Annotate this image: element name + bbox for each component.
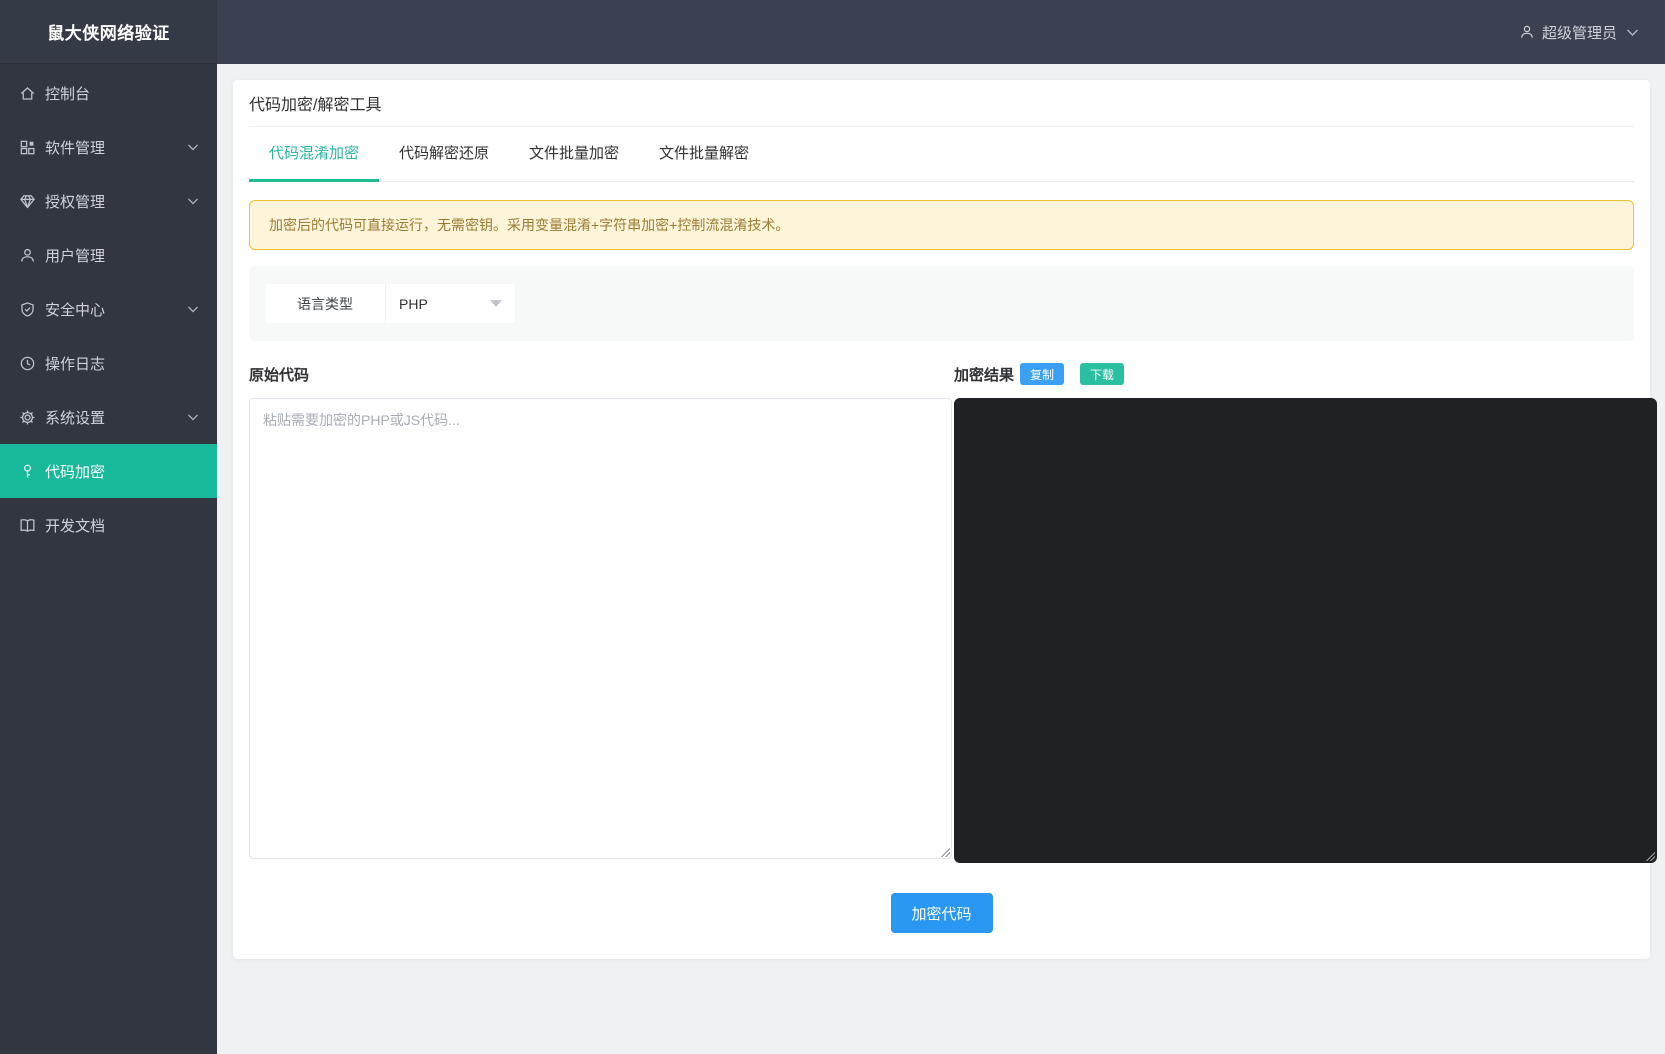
sidebar: 鼠大侠网络验证 控制台 软件管理 授权管理: [0, 0, 217, 1054]
source-code-input[interactable]: [249, 398, 952, 859]
copy-button[interactable]: 复制: [1020, 363, 1064, 385]
home-icon: [19, 85, 36, 102]
sidebar-item-software[interactable]: 软件管理: [0, 120, 217, 174]
source-code-label: 原始代码: [249, 364, 309, 385]
tab-batch-decrypt[interactable]: 文件批量解密: [639, 127, 769, 181]
code-editors: 原始代码 加密结果 复制 下载: [249, 361, 1634, 863]
page-title: 代码加密/解密工具: [249, 80, 1634, 127]
chevron-down-icon: [187, 413, 199, 422]
sidebar-item-label: 操作日志: [45, 353, 105, 374]
key-icon: [19, 463, 36, 480]
sidebar-item-label: 安全中心: [45, 299, 105, 320]
tab-bar: 代码混淆加密 代码解密还原 文件批量加密 文件批量解密: [249, 127, 1634, 182]
person-icon: [1519, 24, 1535, 40]
language-panel: 语言类型 PHP: [249, 266, 1634, 341]
chevron-down-icon: [187, 305, 199, 314]
sidebar-item-label: 软件管理: [45, 137, 105, 158]
encrypt-result-label: 加密结果: [954, 364, 1014, 385]
download-button[interactable]: 下载: [1080, 363, 1124, 385]
source-pane: [249, 398, 952, 859]
user-name: 超级管理员: [1542, 22, 1617, 43]
top-header: 超级管理员: [217, 0, 1665, 64]
sidebar-item-license[interactable]: 授权管理: [0, 174, 217, 228]
chevron-down-icon: [187, 197, 199, 206]
result-column: 加密结果 复制 下载: [954, 361, 1657, 863]
tab-batch-encrypt[interactable]: 文件批量加密: [509, 127, 639, 181]
resize-grip-icon[interactable]: [1644, 850, 1655, 861]
source-column: 原始代码: [249, 361, 952, 863]
chevron-down-icon: [187, 143, 199, 152]
encrypt-code-button[interactable]: 加密代码: [891, 893, 993, 933]
sidebar-item-label: 系统设置: [45, 407, 105, 428]
user-icon: [19, 247, 36, 264]
sidebar-item-dashboard[interactable]: 控制台: [0, 66, 217, 120]
chevron-down-icon: [1626, 28, 1639, 37]
tab-obfuscate-encrypt[interactable]: 代码混淆加密: [249, 127, 379, 182]
select-caret-icon: [490, 300, 502, 307]
clock-icon: [19, 355, 36, 372]
apps-icon: [19, 139, 36, 156]
sidebar-item-label: 控制台: [45, 83, 90, 104]
source-header: 原始代码: [249, 361, 952, 387]
action-row: 加密代码: [249, 893, 1634, 933]
sidebar-item-label: 代码加密: [45, 461, 105, 482]
book-icon: [19, 517, 36, 534]
language-select[interactable]: PHP: [385, 284, 515, 323]
sidebar-item-code-encrypt[interactable]: 代码加密: [0, 444, 217, 498]
sidebar-item-label: 授权管理: [45, 191, 105, 212]
language-group: 语言类型 PHP: [265, 284, 515, 323]
sidebar-item-label: 开发文档: [45, 515, 105, 536]
sidebar-item-label: 用户管理: [45, 245, 105, 266]
sidebar-item-logs[interactable]: 操作日志: [0, 336, 217, 390]
info-alert: 加密后的代码可直接运行，无需密钥。采用变量混淆+字符串加密+控制流混淆技术。: [249, 200, 1634, 250]
shield-icon: [19, 301, 36, 318]
encrypted-result-output[interactable]: [954, 398, 1657, 863]
sidebar-item-docs[interactable]: 开发文档: [0, 498, 217, 552]
gem-icon: [19, 193, 36, 210]
sidebar-menu: 控制台 软件管理 授权管理 用户管理: [0, 64, 217, 552]
gear-icon: [19, 409, 36, 426]
language-selected-value: PHP: [399, 296, 428, 312]
language-type-label: 语言类型: [265, 284, 385, 323]
user-dropdown[interactable]: 超级管理员: [1519, 22, 1639, 43]
sidebar-item-users[interactable]: 用户管理: [0, 228, 217, 282]
sidebar-item-settings[interactable]: 系统设置: [0, 390, 217, 444]
sidebar-item-security[interactable]: 安全中心: [0, 282, 217, 336]
tool-card: 代码加密/解密工具 代码混淆加密 代码解密还原 文件批量加密 文件批量解密 加密…: [233, 80, 1650, 959]
app-logo: 鼠大侠网络验证: [0, 0, 217, 64]
tab-decrypt-restore[interactable]: 代码解密还原: [379, 127, 509, 181]
main-area: 代码加密/解密工具 代码混淆加密 代码解密还原 文件批量加密 文件批量解密 加密…: [217, 64, 1665, 1054]
result-header: 加密结果 复制 下载: [954, 361, 1657, 387]
